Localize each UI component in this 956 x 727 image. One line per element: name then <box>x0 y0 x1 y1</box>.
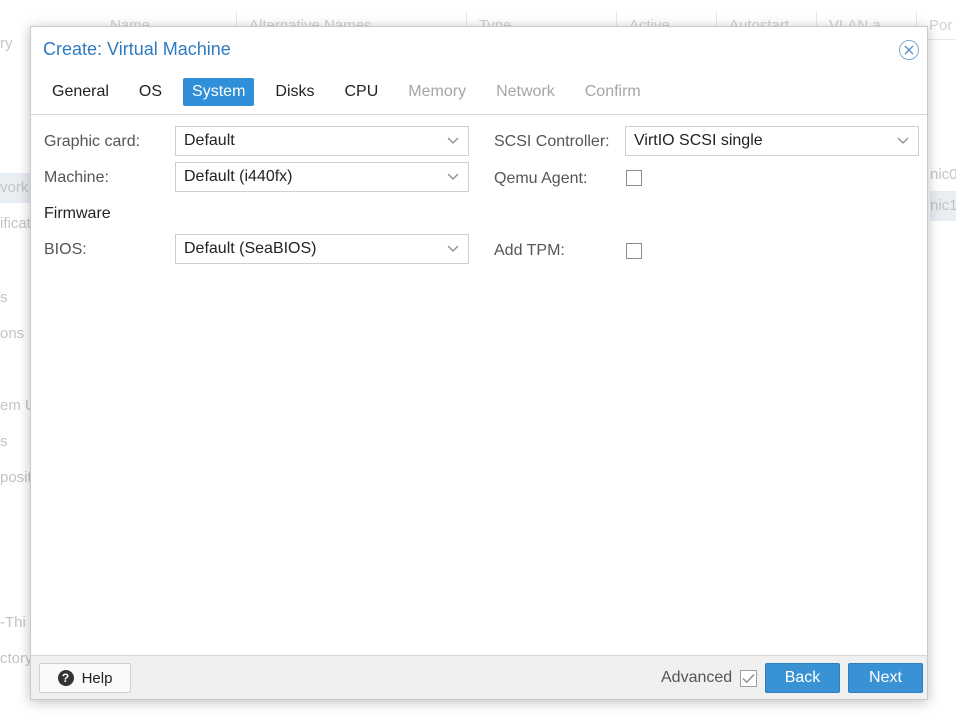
back-button[interactable]: Back <box>765 663 840 693</box>
qemu-agent-label: Qemu Agent: <box>494 170 588 187</box>
close-button[interactable] <box>899 40 919 60</box>
bg-sidebar-item: ons <box>0 325 25 342</box>
chevron-down-icon[interactable] <box>888 127 918 155</box>
scsi-controller-label: SCSI Controller: <box>494 133 610 150</box>
dialog-footer: ? Help Advanced Back Next <box>31 655 927 699</box>
tab-memory[interactable]: Memory <box>399 78 475 106</box>
help-button[interactable]: ? Help <box>39 663 131 693</box>
machine-label: Machine: <box>44 169 109 186</box>
add-tpm-label: Add TPM: <box>494 242 565 259</box>
advanced-label: Advanced <box>661 669 733 686</box>
graphic-card-value: Default <box>184 132 235 149</box>
bg-sidebar-item: ificat <box>0 215 31 232</box>
firmware-heading: Firmware <box>44 205 111 222</box>
machine-select[interactable]: Default (i440fx) <box>175 162 469 192</box>
background-sidebar: ry vork ificat s ons em U s posito -Thi … <box>0 0 40 727</box>
tab-general[interactable]: General <box>43 78 118 106</box>
add-tpm-checkbox[interactable] <box>626 243 642 259</box>
tabs-divider <box>31 114 927 115</box>
wizard-tabs: General OS System Disks CPU Memory Netwo… <box>43 78 662 106</box>
bg-sidebar-item: s <box>0 433 8 450</box>
advanced-checkbox[interactable] <box>740 670 757 687</box>
bg-sidebar-item: ctory <box>0 650 33 667</box>
bg-grid-cell: nic0 <box>930 166 956 183</box>
graphic-card-select[interactable]: Default <box>175 126 469 156</box>
close-icon <box>904 45 914 55</box>
tab-system[interactable]: System <box>183 78 255 106</box>
chevron-down-icon[interactable] <box>438 127 468 155</box>
tab-network[interactable]: Network <box>487 78 564 106</box>
checkmark-icon <box>742 674 755 684</box>
create-vm-dialog: Create: Virtual Machine General OS Syste… <box>30 26 928 700</box>
chevron-down-icon[interactable] <box>438 163 468 191</box>
scsi-controller-value: VirtIO SCSI single <box>634 132 763 149</box>
next-button[interactable]: Next <box>848 663 923 693</box>
bg-grid-cell: nic1 <box>930 191 956 221</box>
dialog-title: Create: Virtual Machine <box>43 39 231 59</box>
bg-sidebar-item: s <box>0 289 8 306</box>
help-button-label: Help <box>81 669 113 687</box>
bios-label: BIOS: <box>44 241 87 258</box>
tab-os[interactable]: OS <box>130 78 171 106</box>
bios-value: Default (SeaBIOS) <box>184 240 317 257</box>
chevron-down-icon[interactable] <box>438 235 468 263</box>
graphic-card-label: Graphic card: <box>44 133 141 150</box>
question-circle-icon: ? <box>57 670 74 686</box>
bg-sidebar-item: -Thi <box>0 614 26 631</box>
machine-value: Default (i440fx) <box>184 168 293 185</box>
qemu-agent-checkbox[interactable] <box>626 170 642 186</box>
bios-select[interactable]: Default (SeaBIOS) <box>175 234 469 264</box>
bg-sidebar-item: vork <box>0 173 30 203</box>
tab-cpu[interactable]: CPU <box>336 78 388 106</box>
tab-confirm[interactable]: Confirm <box>576 78 650 106</box>
scsi-controller-select[interactable]: VirtIO SCSI single <box>625 126 919 156</box>
bg-sidebar-item: ry <box>0 35 13 52</box>
tab-disks[interactable]: Disks <box>266 78 323 106</box>
